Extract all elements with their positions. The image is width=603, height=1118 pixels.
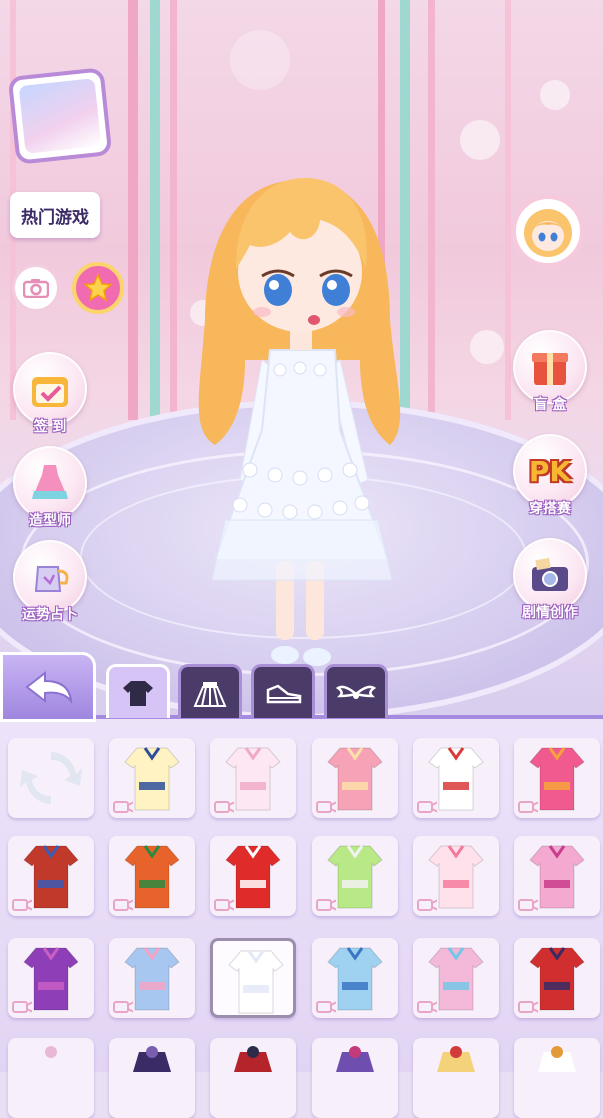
video-ad-icon (316, 899, 336, 911)
wings-icon (336, 685, 376, 699)
tab-shoes[interactable] (251, 664, 315, 718)
tab-accessories[interactable] (324, 664, 388, 718)
video-ad-icon (214, 899, 234, 911)
outfit-pk-button[interactable]: PK 穿搭赛 (510, 434, 590, 518)
clothing-item-circus-top[interactable] (8, 836, 94, 916)
tab-tops[interactable] (106, 664, 170, 718)
camera-icon (23, 279, 49, 298)
stylist-button[interactable]: 造型师 (10, 446, 90, 530)
blind-box-button[interactable]: 盲 盒 (510, 330, 590, 414)
clothing-item-sailor-top[interactable] (413, 738, 499, 818)
avatar-button[interactable] (512, 195, 584, 267)
clothing-item-heart-top[interactable] (312, 738, 398, 818)
video-ad-icon (113, 801, 133, 813)
checkin-bubble (13, 352, 87, 426)
favorite-button[interactable] (72, 262, 124, 314)
story-button[interactable]: 剧情创作 (510, 538, 590, 622)
left-eye (264, 274, 292, 306)
clothing-preview (32, 1046, 70, 1072)
pk-badge-icon: PK (528, 454, 572, 488)
tab-skirts[interactable] (178, 664, 242, 718)
story-label: 剧情创作 (522, 605, 578, 621)
clothing-item-red-corset[interactable] (514, 938, 600, 1018)
clothing-item-cat-top[interactable] (514, 738, 600, 818)
video-ad-icon (417, 801, 437, 813)
video-ad-icon (417, 899, 437, 911)
video-ad-icon (214, 801, 234, 813)
game-thumbnail-image (18, 78, 102, 154)
video-ad-icon (316, 1001, 336, 1013)
clothing-item-blue-bow-top[interactable] (312, 938, 398, 1018)
video-ad-icon (12, 899, 32, 911)
clothing-item-cupcake-top[interactable] (210, 738, 296, 818)
camera-button[interactable] (12, 264, 60, 312)
skirt-icon (193, 681, 227, 707)
clothing-item-partial[interactable] (8, 1038, 94, 1118)
left-shoe (271, 646, 299, 664)
dress-tulle (211, 519, 393, 581)
clothing-item-corset-top[interactable] (109, 738, 195, 818)
dress-icon (32, 465, 68, 499)
video-ad-icon (113, 1001, 133, 1013)
clothing-item-purple-corset[interactable] (8, 938, 94, 1018)
back-arrow-icon (25, 670, 73, 705)
video-ad-icon (518, 801, 538, 813)
stylist-label: 造型师 (29, 513, 71, 529)
clothing-item-partial[interactable] (312, 1038, 398, 1118)
video-ad-icon (518, 1001, 538, 1013)
clothing-item-pink-blue-top[interactable] (413, 938, 499, 1018)
right-eye (322, 274, 350, 306)
back-button[interactable] (0, 652, 96, 722)
fortune-bubble (13, 540, 87, 614)
outfit-pk-bubble: PK (513, 434, 587, 508)
clothing-item-partial[interactable] (210, 1038, 296, 1118)
clothing-item-partial[interactable] (109, 1038, 195, 1118)
blind-box-bubble (513, 330, 587, 404)
game-thumbnail[interactable] (7, 67, 113, 165)
avatar (524, 209, 572, 257)
outfit-pk-label: 穿搭赛 (529, 501, 571, 517)
calendar-icon (32, 377, 68, 407)
video-ad-icon (518, 899, 538, 911)
clothing-preview (437, 1046, 475, 1072)
clothing-item-partial[interactable] (514, 1038, 600, 1118)
refresh-button[interactable] (8, 738, 94, 818)
checkin-button[interactable]: 签 到 (10, 352, 90, 436)
checkin-label: 签 到 (33, 419, 67, 435)
camera-photos-icon (532, 557, 568, 591)
video-ad-icon (417, 1001, 437, 1013)
mouth (308, 315, 320, 325)
clothing-item-sport-top[interactable] (514, 836, 600, 916)
clothing-item-red-top[interactable] (210, 836, 296, 916)
star-icon (83, 273, 113, 302)
clothing-preview (228, 950, 284, 1014)
story-bubble (513, 538, 587, 612)
refresh-icon (20, 752, 82, 804)
clothing-preview (336, 1046, 374, 1072)
clothing-item-kimono-top[interactable] (413, 836, 499, 916)
clothing-item-pumpkin-top[interactable] (109, 836, 195, 916)
blind-box-label: 盲 盒 (533, 397, 567, 413)
video-ad-icon (113, 899, 133, 911)
clothing-preview (133, 1046, 171, 1072)
teapot-icon (34, 566, 69, 592)
video-ad-icon (316, 801, 336, 813)
shoe-icon (266, 684, 302, 703)
gift-box-icon (532, 353, 568, 385)
fortune-label: 运势占卜 (22, 607, 78, 623)
hot-games-button[interactable]: 热门游戏 (10, 192, 100, 238)
shirt-icon (123, 680, 153, 706)
clothing-preview (234, 1046, 272, 1072)
fortune-button[interactable]: 运势占卜 (10, 540, 90, 624)
clothing-item-plaid-top[interactable] (109, 938, 195, 1018)
clothing-preview (538, 1046, 576, 1072)
video-ad-icon (12, 1001, 32, 1013)
clothing-item-partial[interactable] (413, 1038, 499, 1118)
stylist-bubble (13, 446, 87, 520)
hot-games-label: 热门游戏 (21, 207, 89, 228)
clothing-item-white-crop[interactable] (210, 938, 296, 1018)
clothing-item-green-top[interactable] (312, 836, 398, 916)
